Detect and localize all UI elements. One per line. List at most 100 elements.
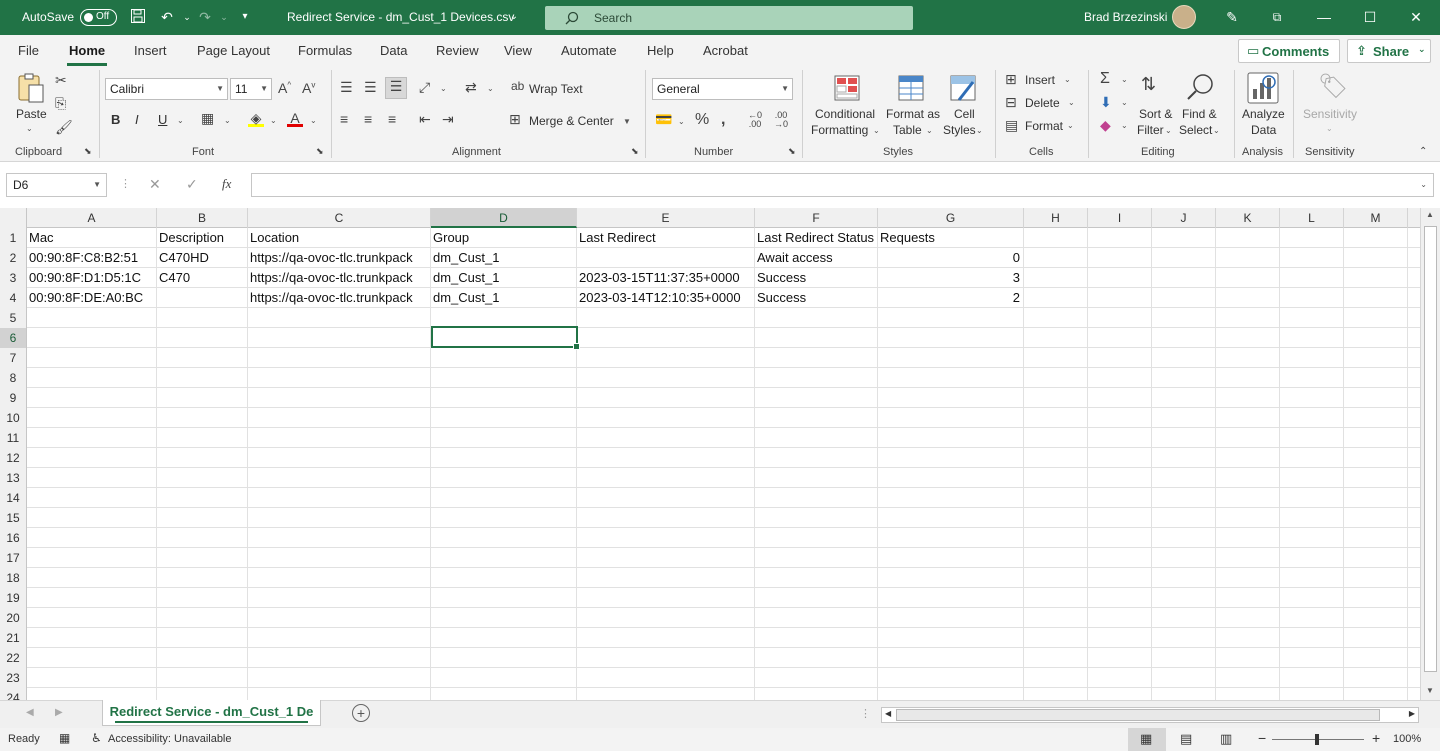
column-header-f[interactable]: F: [755, 208, 878, 228]
cell-d11[interactable]: [431, 428, 577, 448]
cell-a9[interactable]: [27, 388, 157, 408]
cell-l2[interactable]: [1280, 248, 1344, 268]
cell-a3[interactable]: 00:90:8F:D1:D5:1C: [27, 268, 157, 288]
cell-m8[interactable]: [1344, 368, 1408, 388]
cell-l4[interactable]: [1280, 288, 1344, 308]
cell-f9[interactable]: [755, 388, 878, 408]
cell-j7[interactable]: [1152, 348, 1216, 368]
cell-e1[interactable]: Last Redirect: [577, 228, 755, 248]
cell-c19[interactable]: [248, 588, 431, 608]
paste-label[interactable]: Paste: [16, 107, 47, 121]
delete-cells-button[interactable]: Delete: [1025, 96, 1060, 110]
wrap-text-icon[interactable]: ab: [511, 79, 524, 93]
insert-cells-button[interactable]: Insert: [1025, 73, 1055, 87]
cell-i4[interactable]: [1088, 288, 1152, 308]
cell-i11[interactable]: [1088, 428, 1152, 448]
row-header[interactable]: 1: [0, 228, 27, 248]
cell-m17[interactable]: [1344, 548, 1408, 568]
tab-acrobat[interactable]: Acrobat: [703, 43, 748, 58]
cell-f4[interactable]: Success: [755, 288, 878, 308]
cell-c17[interactable]: [248, 548, 431, 568]
fill-dropdown-icon[interactable]: ⌄: [270, 116, 277, 125]
cell-d12[interactable]: [431, 448, 577, 468]
title-dropdown-icon[interactable]: ⌄: [505, 8, 523, 26]
cell-d7[interactable]: [431, 348, 577, 368]
cell-a21[interactable]: [27, 628, 157, 648]
redo-dropdown-icon[interactable]: ⌄: [215, 8, 233, 26]
cell-j24[interactable]: [1152, 688, 1216, 700]
cell-a10[interactable]: [27, 408, 157, 428]
cell-l23[interactable]: [1280, 668, 1344, 688]
align-top-icon[interactable]: ☰: [340, 79, 353, 96]
cell-d13[interactable]: [431, 468, 577, 488]
increase-indent-icon[interactable]: ⇥: [442, 111, 454, 128]
cell-e2[interactable]: [577, 248, 755, 268]
align-bottom-icon[interactable]: ☰: [385, 77, 407, 99]
cell-m23[interactable]: [1344, 668, 1408, 688]
conditional-formatting-icon[interactable]: [832, 74, 862, 104]
enter-icon[interactable]: ✓: [186, 176, 198, 193]
cell-e23[interactable]: [577, 668, 755, 688]
cell-c20[interactable]: [248, 608, 431, 628]
cell-j8[interactable]: [1152, 368, 1216, 388]
cell-j9[interactable]: [1152, 388, 1216, 408]
cell-j2[interactable]: [1152, 248, 1216, 268]
cell-l1[interactable]: [1280, 228, 1344, 248]
cell-m9[interactable]: [1344, 388, 1408, 408]
tab-view[interactable]: View: [504, 43, 532, 58]
tab-review[interactable]: Review: [436, 43, 479, 58]
cell-a12[interactable]: [27, 448, 157, 468]
cell-b6[interactable]: [157, 328, 248, 348]
cell-i5[interactable]: [1088, 308, 1152, 328]
cell-c15[interactable]: [248, 508, 431, 528]
cell-f6[interactable]: [755, 328, 878, 348]
cell-f14[interactable]: [755, 488, 878, 508]
cell-styles-label-2[interactable]: Styles: [943, 123, 976, 137]
cell-c2[interactable]: https://qa-ovoc-tlc.trunkpack: [248, 248, 431, 268]
autosave-toggle[interactable]: Off: [80, 9, 117, 26]
cell-d14[interactable]: [431, 488, 577, 508]
cell-g16[interactable]: [878, 528, 1024, 548]
cell-k17[interactable]: [1216, 548, 1280, 568]
cell-b17[interactable]: [157, 548, 248, 568]
cell-j18[interactable]: [1152, 568, 1216, 588]
cell-l21[interactable]: [1280, 628, 1344, 648]
cell-styles-icon[interactable]: [948, 74, 978, 104]
cell-l10[interactable]: [1280, 408, 1344, 428]
cell-l19[interactable]: [1280, 588, 1344, 608]
align-left-icon[interactable]: ≡: [340, 111, 348, 127]
cell-h14[interactable]: [1024, 488, 1088, 508]
cell-e16[interactable]: [577, 528, 755, 548]
increase-decimal-icon[interactable]: ←0.00: [748, 111, 762, 129]
clear-icon[interactable]: ◆: [1100, 117, 1111, 134]
cell-c16[interactable]: [248, 528, 431, 548]
cell-i23[interactable]: [1088, 668, 1152, 688]
cell-l13[interactable]: [1280, 468, 1344, 488]
column-header-m[interactable]: M: [1344, 208, 1408, 228]
cell-l7[interactable]: [1280, 348, 1344, 368]
accessibility-status[interactable]: Accessibility: Unavailable: [108, 733, 232, 745]
cell-c6[interactable]: [248, 328, 431, 348]
cell-c13[interactable]: [248, 468, 431, 488]
cell-i1[interactable]: [1088, 228, 1152, 248]
cell-e4[interactable]: 2023-03-14T12:10:35+0000: [577, 288, 755, 308]
cell-b3[interactable]: C470: [157, 268, 248, 288]
cell-j12[interactable]: [1152, 448, 1216, 468]
cell-a6[interactable]: [27, 328, 157, 348]
find-select-label-2[interactable]: Select: [1179, 123, 1212, 137]
spreadsheet-grid[interactable]: ABCDEFGHIJKLM 1 Mac Description Location Gro…: [0, 208, 1420, 700]
cell-j3[interactable]: [1152, 268, 1216, 288]
cell-f12[interactable]: [755, 448, 878, 468]
prev-sheet-icon[interactable]: ◀: [26, 707, 34, 718]
cell-f13[interactable]: [755, 468, 878, 488]
accounting-dropdown-icon[interactable]: ⌄: [678, 117, 685, 126]
cell-b14[interactable]: [157, 488, 248, 508]
fill-down-icon[interactable]: ⬇: [1100, 94, 1112, 111]
cell-i12[interactable]: [1088, 448, 1152, 468]
horizontal-scrollbar[interactable]: ◀ ▶: [881, 707, 1419, 723]
merge-center-icon[interactable]: ⊞: [509, 111, 521, 128]
column-header-d[interactable]: D: [431, 208, 577, 228]
cell-b4[interactable]: [157, 288, 248, 308]
cell-c8[interactable]: [248, 368, 431, 388]
cell-m11[interactable]: [1344, 428, 1408, 448]
